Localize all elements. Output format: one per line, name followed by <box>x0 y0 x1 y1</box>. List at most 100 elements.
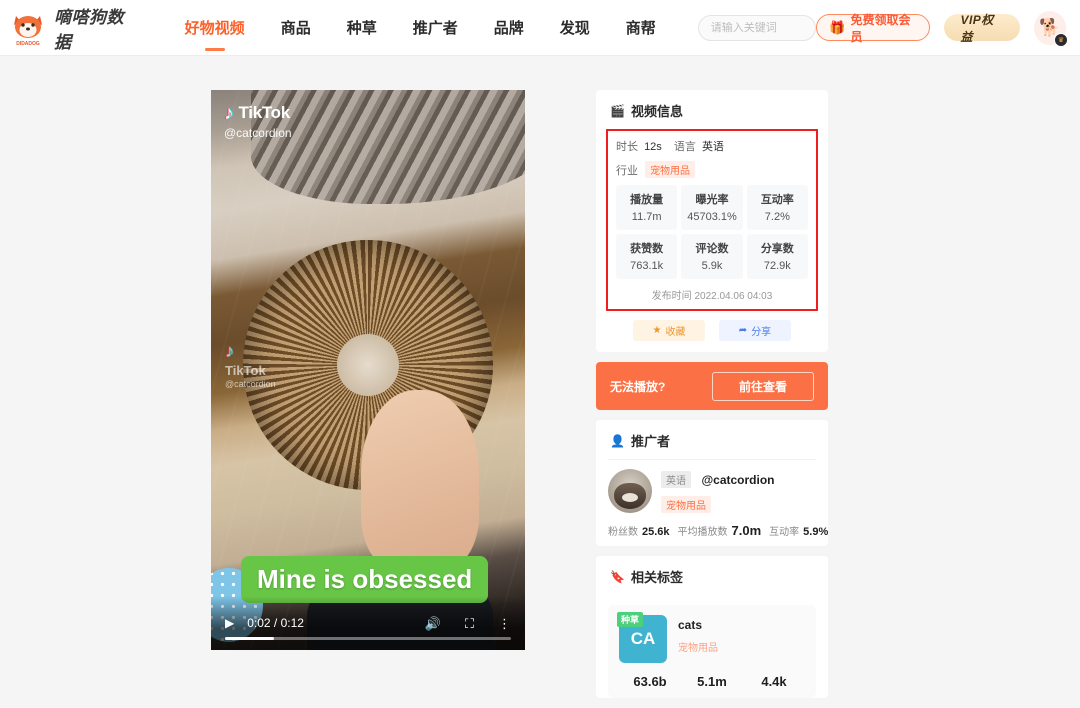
avatar[interactable]: 🐕 ♛ <box>1033 10 1068 47</box>
gift-icon: 🎁 <box>829 20 846 35</box>
stat-value: 7.2% <box>764 211 790 223</box>
tag-name[interactable]: cats <box>678 618 718 632</box>
main-nav: 好物视频 商品 种草 推广者 品牌 发现 商帮 <box>167 0 674 56</box>
tiktok-brand-label: TikTok <box>238 103 291 122</box>
list-item[interactable]: 种草 CA cats 宠物用品 63.6b 5.1m 4.4k <box>608 605 816 698</box>
publish-label: 发布时间 <box>651 291 692 302</box>
star-icon: ★ <box>652 325 662 336</box>
publish-value: 2022.04.06 04:03 <box>694 291 773 302</box>
free-member-button[interactable]: 🎁 免费领取会员 <box>816 13 931 44</box>
nav-item-shangpin[interactable]: 商品 <box>263 0 329 56</box>
tiktok-note-icon: ♪ <box>224 102 234 124</box>
language-label: 语言 <box>673 141 696 153</box>
stat-value: 11.7m <box>631 211 662 223</box>
tag-thumbnail: 种草 CA <box>617 612 667 663</box>
video-meta-line: 时长 12s 语言 英语 <box>616 138 808 154</box>
app-header: DIDADOG 嘀嗒狗数据 好物视频 商品 种草 推广者 品牌 发现 商帮 🎁 … <box>0 0 1080 56</box>
tiktok-watermark-mid: ♪ TikTok @catcordion <box>225 342 276 389</box>
video-stats-grid: 播放量 11.7m 曝光率 45703.1% 互动率 7.2% 获赞数 763.… <box>616 185 808 279</box>
promoter-body[interactable]: 英语 @catcordion 宠物用品 粉丝数 25.6k 平均播放数 7.0m… <box>596 460 828 546</box>
nav-item-faxian[interactable]: 发现 <box>542 0 608 56</box>
free-member-label: 免费领取会员 <box>850 12 911 44</box>
nav-item-haowu-shipin[interactable]: 好物视频 <box>167 0 263 56</box>
more-vertical-icon[interactable]: ⋮ <box>498 617 511 630</box>
nav-item-shangbang[interactable]: 商帮 <box>608 0 674 56</box>
share-button[interactable]: ➦ 分享 <box>719 320 791 341</box>
duration-label: 时长 <box>616 141 638 153</box>
stat-label: 评论数 <box>695 243 729 255</box>
stat-value: 45703.1% <box>687 211 737 223</box>
stat-label: 曝光率 <box>695 194 729 206</box>
crown-icon: ♛ <box>1053 32 1068 47</box>
nav-item-zhongcao[interactable]: 种草 <box>329 0 395 56</box>
promoter-stat-value: 25.6k <box>642 526 670 538</box>
volume-icon[interactable]: 🔊 <box>425 617 441 630</box>
nav-item-tuiguangzhe[interactable]: 推广者 <box>395 0 476 56</box>
search-input[interactable] <box>710 21 804 34</box>
tiktok-username-mid: @catcordion <box>225 379 276 389</box>
cannot-play-banner: 无法播放? 前往查看 <box>596 362 828 410</box>
promoter-card: 👤 推广者 英语 @catcordion 宠物用品 粉丝数 25.6k 平均播放… <box>596 420 828 546</box>
play-icon[interactable]: ▶ <box>225 616 234 630</box>
related-tags-header: 🔖 相关标签 <box>596 556 828 595</box>
promoter-stat-label: 平均播放数 <box>677 527 728 538</box>
vip-benefits-button[interactable]: VIP权益 <box>944 13 1020 44</box>
cannot-play-text: 无法播放? <box>610 379 666 394</box>
publish-time-row: 发布时间 2022.04.06 04:03 <box>616 279 808 305</box>
related-tags-card: 🔖 相关标签 种草 CA cats 宠物用品 63.6b 5.1m 4.4k <box>596 556 828 698</box>
related-tags-body: 种草 CA cats 宠物用品 63.6b 5.1m 4.4k <box>596 595 828 698</box>
stat-cell: 播放量 11.7m <box>616 185 678 230</box>
related-tags-title: 相关标签 <box>630 570 683 585</box>
favorite-button[interactable]: ★ 收藏 <box>633 320 705 341</box>
tag-thumb-text: CA <box>630 629 656 648</box>
header-actions: 🎁 免费领取会员 VIP权益 🐕 ♛ <box>816 10 1068 47</box>
tiktok-watermark-top: ♪ TikTok @catcordion <box>224 103 292 140</box>
dog-head-icon: DIDADOG <box>8 8 48 48</box>
stat-cell: 获赞数 763.1k <box>616 234 678 279</box>
video-controls-bar: ▶ 0:02 / 0:12 🔊 ⛶ ⋮ <box>211 596 525 650</box>
tag-numbers-row: 63.6b 5.1m 4.4k <box>619 674 805 689</box>
tag-badge: 种草 <box>617 612 644 627</box>
promoter-stat-value: 7.0m <box>731 523 762 538</box>
video-icon: 🎬 <box>610 103 625 118</box>
stat-label: 播放量 <box>630 194 664 206</box>
promoter-category[interactable]: 宠物用品 <box>661 496 711 513</box>
tiktok-note-icon-mid: ♪ <box>225 341 234 361</box>
video-info-header: 🎬 视频信息 <box>596 90 828 129</box>
search-box[interactable] <box>697 14 817 41</box>
promoter-title: 推广者 <box>630 434 670 449</box>
promoter-stat-value: 5.9% <box>803 526 829 538</box>
stat-cell: 分享数 72.9k <box>746 234 808 279</box>
industry-value[interactable]: 宠物用品 <box>645 161 696 178</box>
duration-value: 12s <box>644 141 662 153</box>
video-info-card: 🎬 视频信息 时长 12s 语言 英语 行业 宠物用品 播放量 11.7m 曝光… <box>596 90 828 352</box>
tag-number: 63.6b <box>633 674 667 689</box>
video-action-row: ★ 收藏 ➦ 分享 <box>596 311 828 352</box>
stat-label: 互动率 <box>760 194 794 206</box>
nav-item-pinpai[interactable]: 品牌 <box>476 0 542 56</box>
video-progress-bar[interactable] <box>225 637 511 640</box>
promoter-stat-label: 互动率 <box>769 527 800 538</box>
promoter-name[interactable]: @catcordion <box>701 473 774 487</box>
promoter-stat-label: 粉丝数 <box>608 527 638 538</box>
tiktok-brand-label-mid: TikTok <box>225 363 266 378</box>
tag-icon: 🔖 <box>610 569 625 584</box>
share-arrow-icon: ➦ <box>738 325 748 336</box>
tag-category[interactable]: 宠物用品 <box>678 639 718 654</box>
stat-label: 获赞数 <box>630 243 664 255</box>
language-value: 英语 <box>701 141 724 153</box>
go-view-button[interactable]: 前往查看 <box>711 371 814 401</box>
video-player[interactable]: ♪ TikTok @catcordion ♪ TikTok @catcordio… <box>211 90 525 650</box>
video-cat-region <box>251 90 525 204</box>
stat-value: 5.9k <box>701 260 723 272</box>
promoter-language-chip: 英语 <box>661 471 691 488</box>
video-industry-line: 行业 宠物用品 <box>616 161 808 178</box>
cat-avatar-icon[interactable] <box>608 469 652 513</box>
brand-logo[interactable]: DIDADOG 嘀嗒狗数据 <box>8 3 137 53</box>
stat-label: 分享数 <box>760 243 794 255</box>
tag-number: 5.1m <box>697 674 727 689</box>
fullscreen-icon[interactable]: ⛶ <box>465 617 474 630</box>
brand-name: 嘀嗒狗数据 <box>54 7 124 52</box>
tag-number: 4.4k <box>761 674 787 689</box>
svg-text:DIDADOG: DIDADOG <box>16 41 40 47</box>
